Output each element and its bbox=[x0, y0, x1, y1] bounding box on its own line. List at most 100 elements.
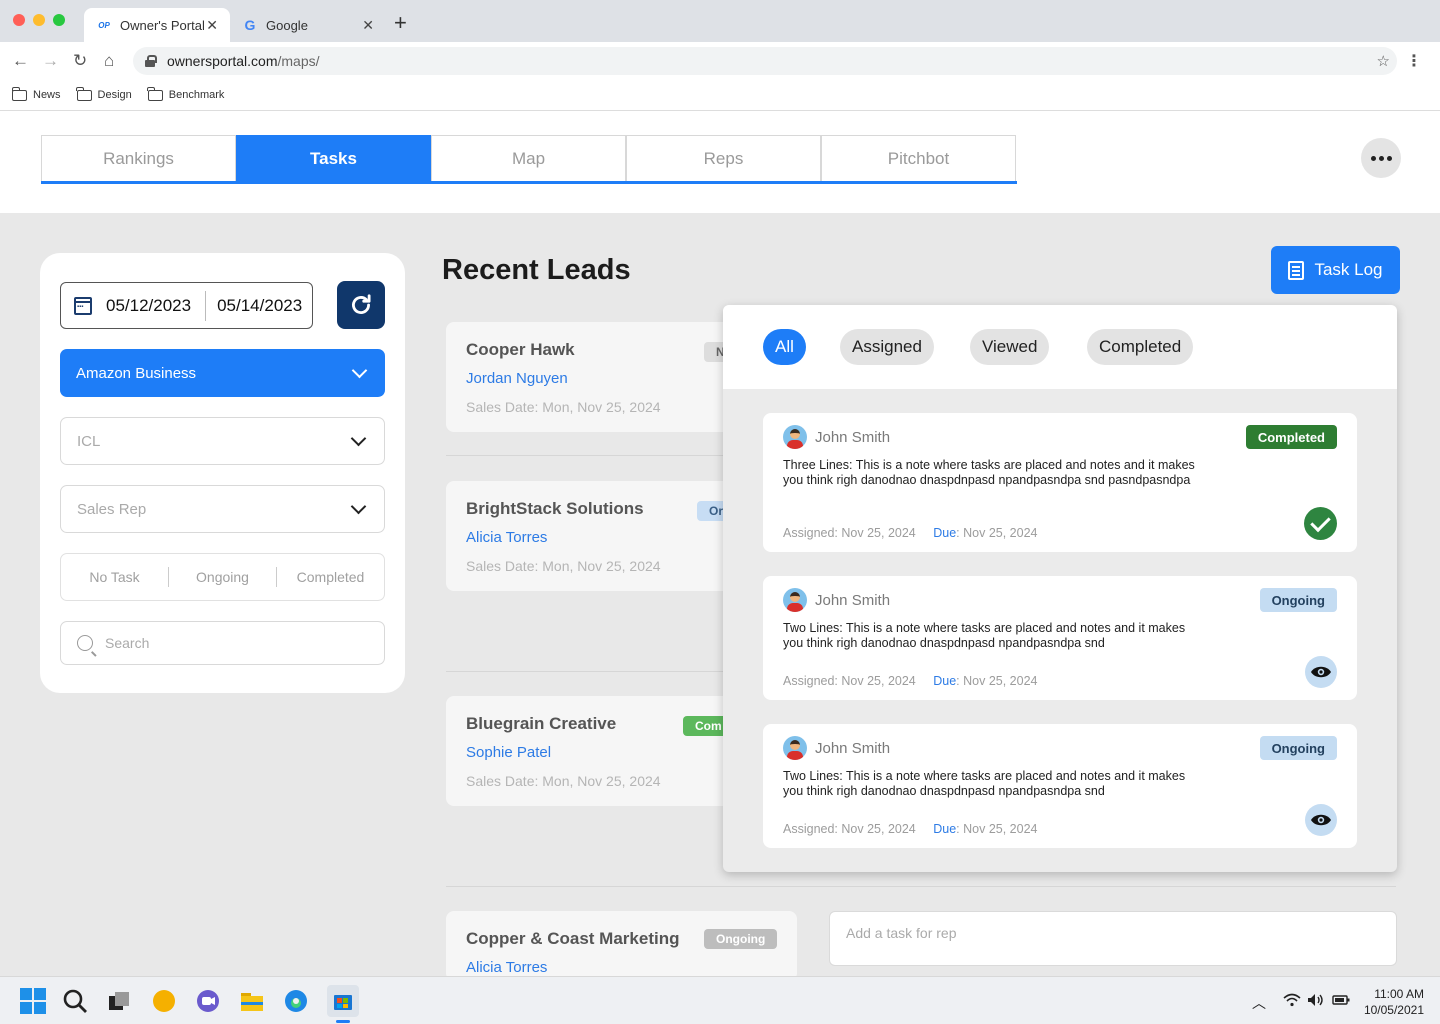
browser-tab-strip: OP Owner's Portal ✕ G Google ✕ + bbox=[0, 0, 1440, 42]
url-path: /maps/ bbox=[277, 53, 320, 69]
bookmark-design[interactable]: Design bbox=[76, 86, 132, 101]
browser-toolbar: ← → ↻ ⌂ ownersportal.com/maps/ ☆ ⋮ bbox=[0, 42, 1440, 80]
widgets-icon[interactable] bbox=[151, 988, 177, 1014]
tab-pitchbot[interactable]: Pitchbot bbox=[821, 135, 1016, 181]
task-assignee: John Smith bbox=[815, 740, 891, 757]
assigned-label: Assigned: bbox=[783, 526, 838, 540]
task-status-filter: No Task Ongoing Completed bbox=[60, 553, 385, 601]
filter-chip-completed[interactable]: Completed bbox=[1087, 329, 1194, 365]
more-options-button[interactable] bbox=[1361, 138, 1401, 178]
browser-tab-owners-portal[interactable]: OP Owner's Portal ✕ bbox=[84, 8, 230, 42]
url-host: ownersportal.com bbox=[167, 53, 278, 69]
close-tab-icon[interactable]: ✕ bbox=[206, 17, 218, 34]
task-note: Two Lines: This is a note where tasks ar… bbox=[783, 769, 1186, 798]
chat-icon[interactable] bbox=[195, 988, 221, 1014]
task-input[interactable]: Add a task for rep bbox=[829, 911, 1397, 966]
system-clock[interactable]: 11:00 AM 10/05/2021 bbox=[1364, 986, 1424, 1018]
filter-chip-viewed[interactable]: Viewed bbox=[970, 329, 1050, 365]
lead-divider bbox=[446, 886, 1396, 887]
dot bbox=[1386, 155, 1392, 161]
status-ongoing[interactable]: Ongoing bbox=[169, 569, 276, 585]
status-badge: Ongoing bbox=[1259, 736, 1337, 760]
search-input[interactable]: Search bbox=[60, 621, 385, 665]
app-header: Rankings Tasks Map Reps Pitchbot bbox=[0, 111, 1440, 213]
lead-rep-link[interactable]: Alicia Torres bbox=[466, 959, 777, 976]
icl-select-placeholder: ICL bbox=[77, 432, 101, 450]
due-label: Due bbox=[933, 822, 957, 836]
end-date[interactable]: 05/14/2023 bbox=[217, 296, 302, 316]
date-range-picker[interactable]: 05/12/2023 05/14/2023 bbox=[60, 282, 313, 329]
task-log-button[interactable]: Task Log bbox=[1271, 246, 1400, 294]
eye-icon[interactable] bbox=[1305, 656, 1337, 688]
task-card: John Smith Ongoing Two Lines: This is a … bbox=[763, 724, 1357, 848]
reload-icon[interactable]: ↻ bbox=[73, 51, 87, 71]
close-window-button[interactable] bbox=[13, 14, 25, 26]
new-tab-button[interactable]: + bbox=[394, 12, 407, 34]
browser-menu-icon[interactable]: ⋮ bbox=[1406, 51, 1422, 71]
close-tab-icon[interactable]: ✕ bbox=[362, 17, 374, 34]
filter-chip-assigned[interactable]: Assigned bbox=[840, 329, 934, 365]
active-indicator bbox=[336, 1020, 350, 1023]
store-icon[interactable] bbox=[327, 985, 359, 1023]
wifi-icon[interactable] bbox=[1283, 993, 1301, 1010]
assigned-label: Assigned: bbox=[783, 674, 838, 688]
task-card: John Smith Completed Three Lines: This i… bbox=[763, 413, 1357, 552]
minimize-window-button[interactable] bbox=[33, 14, 45, 26]
address-bar[interactable]: ownersportal.com/maps/ bbox=[133, 47, 1397, 75]
calendar-icon bbox=[74, 296, 92, 315]
chevron-up-icon[interactable]: ︿ bbox=[1252, 993, 1266, 1013]
home-icon[interactable]: ⌂ bbox=[104, 51, 114, 71]
sales-rep-select[interactable]: Sales Rep bbox=[60, 485, 385, 533]
search-icon bbox=[77, 635, 93, 651]
file-explorer-icon[interactable] bbox=[239, 988, 265, 1014]
filter-chip-all[interactable]: All bbox=[763, 329, 806, 365]
edge-browser-icon[interactable] bbox=[283, 988, 309, 1014]
task-view-icon[interactable] bbox=[106, 988, 132, 1014]
sales-rep-select-placeholder: Sales Rep bbox=[77, 500, 147, 518]
start-date[interactable]: 05/12/2023 bbox=[106, 296, 191, 316]
dot bbox=[1370, 155, 1376, 161]
assigned-date: Nov 25, 2024 bbox=[841, 674, 916, 688]
folder-icon bbox=[76, 86, 92, 101]
bookmark-news[interactable]: News bbox=[11, 86, 61, 101]
eye-icon[interactable] bbox=[1305, 804, 1337, 836]
back-arrow-icon[interactable]: ← bbox=[12, 51, 29, 71]
tab-map[interactable]: Map bbox=[431, 135, 626, 181]
maximize-window-button[interactable] bbox=[53, 14, 65, 26]
task-log-label: Task Log bbox=[1314, 260, 1383, 279]
windows-start-icon[interactable] bbox=[20, 988, 46, 1014]
bookmark-label: News bbox=[33, 89, 61, 101]
business-select[interactable]: Amazon Business bbox=[60, 349, 385, 397]
main-nav-tabs: Rankings Tasks Map Reps Pitchbot bbox=[41, 135, 1017, 184]
clock-date: 10/05/2021 bbox=[1363, 1003, 1424, 1017]
status-badge: Ongoing bbox=[1259, 588, 1337, 612]
task-assignee: John Smith bbox=[815, 429, 891, 446]
google-favicon-icon: G bbox=[244, 17, 256, 33]
tab-tasks[interactable]: Tasks bbox=[236, 135, 431, 181]
avatar bbox=[783, 736, 807, 760]
eye-glyph-icon bbox=[1311, 666, 1331, 678]
tab-reps[interactable]: Reps bbox=[626, 135, 821, 181]
refresh-button[interactable] bbox=[337, 281, 385, 329]
business-select-value: Amazon Business bbox=[76, 364, 197, 382]
volume-icon[interactable] bbox=[1307, 993, 1325, 1010]
browser-tab-google[interactable]: G Google ✕ bbox=[230, 8, 386, 42]
forward-arrow-icon[interactable]: → bbox=[42, 51, 59, 71]
check-icon[interactable] bbox=[1304, 507, 1337, 540]
search-icon[interactable] bbox=[62, 988, 88, 1014]
page-title: Recent Leads bbox=[442, 254, 631, 286]
battery-icon[interactable] bbox=[1332, 993, 1350, 1009]
dot bbox=[1378, 155, 1384, 161]
task-assignee: John Smith bbox=[815, 592, 891, 609]
due-date: Nov 25, 2024 bbox=[963, 674, 1038, 688]
folder-icon bbox=[11, 86, 27, 101]
bookmark-benchmark[interactable]: Benchmark bbox=[147, 86, 224, 101]
status-completed[interactable]: Completed bbox=[277, 569, 384, 585]
status-badge: Ongoing bbox=[704, 929, 778, 949]
task-log-popup: All Assigned Viewed Completed John Smith… bbox=[723, 305, 1397, 872]
status-no-task[interactable]: No Task bbox=[61, 569, 168, 585]
icl-select[interactable]: ICL bbox=[60, 417, 385, 465]
bookmark-star-icon[interactable]: ☆ bbox=[1377, 52, 1390, 70]
lead-card[interactable]: Copper & Coast Marketing Alicia Torres O… bbox=[446, 911, 797, 981]
tab-rankings[interactable]: Rankings bbox=[41, 135, 236, 181]
